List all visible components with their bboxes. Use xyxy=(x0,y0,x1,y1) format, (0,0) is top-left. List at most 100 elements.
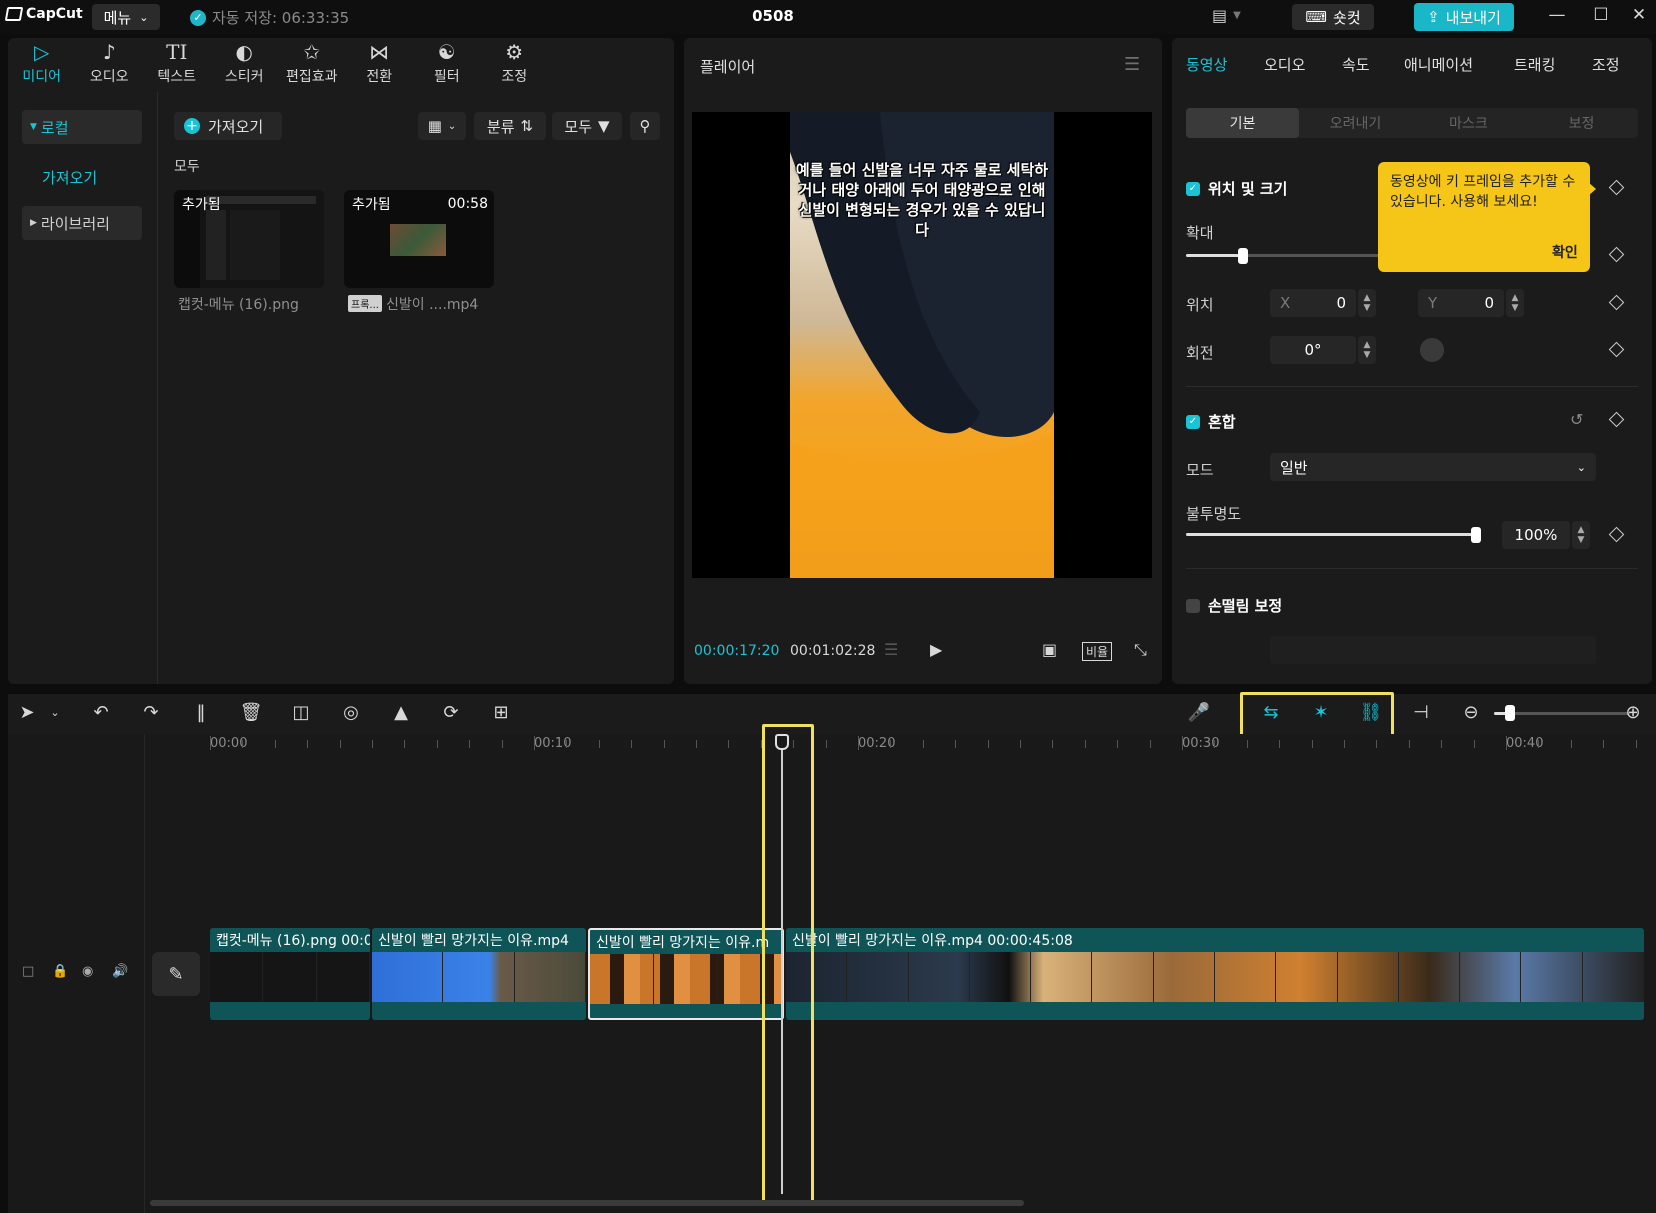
timeline-clip[interactable]: 신발이 빨리 망가지는 이유.mp4 xyxy=(372,928,586,1020)
redo-icon[interactable]: ↷ xyxy=(138,702,164,723)
edit-cover-button[interactable]: ✎ xyxy=(152,952,200,996)
checkbox-checked-icon[interactable]: ✓ xyxy=(1186,181,1200,196)
reverse-icon[interactable]: ◎ xyxy=(338,702,364,723)
timeline-clip[interactable]: 캡컷-메뉴 (16).png 00:0 xyxy=(210,928,370,1020)
tab-speed[interactable]: 속도 xyxy=(1342,54,1370,75)
tab-label: 전환 xyxy=(366,69,393,85)
tab-effects[interactable]: ✩ 편집효과 xyxy=(278,38,346,90)
tab-audio[interactable]: ♪ 오디오 xyxy=(76,38,144,90)
tab-transition[interactable]: ⋈ 전환 xyxy=(346,38,414,90)
play-icon[interactable]: ▶ xyxy=(930,640,942,659)
opacity-slider-knob[interactable] xyxy=(1471,527,1481,543)
delete-icon[interactable]: 🗑 xyxy=(238,702,264,723)
tooltip-confirm-button[interactable]: 확인 xyxy=(1552,242,1578,262)
import-button[interactable]: + 가져오기 xyxy=(174,112,282,140)
rotation-stepper[interactable]: ▲ ▼ xyxy=(1358,336,1376,364)
position-y-field[interactable]: Y 0 xyxy=(1418,289,1504,317)
checkbox-unchecked-icon[interactable] xyxy=(1186,598,1200,613)
microphone-icon[interactable]: 🎤 xyxy=(1186,702,1212,723)
volume-icon[interactable]: 🔊 xyxy=(112,964,128,979)
media-item[interactable]: 추가됨 xyxy=(174,190,324,288)
tab-adjust[interactable]: 조정 xyxy=(1592,54,1620,75)
chevron-down-icon[interactable]: ⌄ xyxy=(42,706,68,719)
sidebar-item-import[interactable]: 가져오기 xyxy=(22,160,142,194)
select-cursor-icon[interactable]: ➤ xyxy=(14,702,40,723)
crop-icon[interactable]: ⊞ xyxy=(488,702,514,723)
media-item[interactable]: 추가됨 00:58 xyxy=(344,190,494,288)
tab-media[interactable]: ▷ 미디어 xyxy=(8,38,76,90)
minimize-icon[interactable]: — xyxy=(1542,5,1572,25)
cover-icon[interactable]: □ xyxy=(22,964,34,979)
track-header-divider xyxy=(144,734,145,1213)
lock-icon[interactable]: 🔒 xyxy=(52,964,68,979)
hamburger-icon[interactable]: ☰ xyxy=(1124,54,1140,75)
scale-slider-knob[interactable] xyxy=(1238,248,1248,264)
rotation-dial-icon[interactable] xyxy=(1420,338,1444,362)
opacity-stepper[interactable]: ▲ ▼ xyxy=(1572,521,1590,549)
maximize-icon[interactable]: ☐ xyxy=(1586,5,1616,25)
thumbnail-detail xyxy=(230,210,280,280)
reset-icon[interactable]: ↺ xyxy=(1570,410,1583,429)
tab-text[interactable]: TI 텍스트 xyxy=(143,38,211,90)
tab-video[interactable]: 동영상 xyxy=(1186,54,1227,75)
link-clips-icon[interactable]: ⛓ xyxy=(1358,702,1384,723)
sidebar-item-library[interactable]: ▶ 라이브러리 xyxy=(22,206,142,240)
undo-icon[interactable]: ↶ xyxy=(88,702,114,723)
ruler-tick xyxy=(825,740,827,748)
preview-axis-icon[interactable]: ⊣ xyxy=(1408,702,1434,723)
subtab-segment: 기본 오려내기 마스크 보정 xyxy=(1186,108,1638,138)
position-x-field[interactable]: X 0 xyxy=(1270,289,1356,317)
divider xyxy=(1186,568,1638,569)
stabilize-section[interactable]: 손떨림 보정 xyxy=(1186,595,1282,616)
filter-button[interactable]: 모두 ▼ xyxy=(552,112,622,140)
tab-animation[interactable]: 애니메이션 xyxy=(1404,54,1473,75)
clip-frames xyxy=(372,952,586,1002)
rotation-field[interactable]: 0° xyxy=(1270,336,1356,364)
timeline-clip-selected[interactable]: 신발이 빨리 망가지는 이유.m xyxy=(588,928,784,1020)
ruler-tick xyxy=(1408,740,1410,748)
zoom-in-icon[interactable]: ⊕ xyxy=(1620,702,1646,723)
main-track-magnet-icon[interactable]: ⇆ xyxy=(1258,702,1284,723)
fullscreen-icon[interactable]: ⤡ xyxy=(1134,640,1147,660)
timeline-grid-icon[interactable]: ☰ xyxy=(884,640,898,659)
subtab-correction[interactable]: 보정 xyxy=(1525,108,1638,138)
position-size-section[interactable]: ✓ 위치 및 크기 xyxy=(1186,178,1287,199)
timeline-clip[interactable]: 신발이 빨리 망가지는 이유.mp4 00:00:45:08 xyxy=(786,928,1644,1020)
tab-audio[interactable]: 오디오 xyxy=(1264,54,1305,75)
zoom-slider-knob[interactable] xyxy=(1505,705,1515,721)
zoom-out-icon[interactable]: ⊖ xyxy=(1458,702,1484,723)
view-toggle-button[interactable]: ▦ ⌄ xyxy=(418,112,466,140)
sidebar-item-local[interactable]: ▼ 로컬 xyxy=(22,110,142,144)
x-stepper[interactable]: ▲ ▼ xyxy=(1358,289,1376,317)
blend-section[interactable]: ✓ 혼합 xyxy=(1186,411,1236,432)
ruler-tick xyxy=(1473,740,1475,748)
shortcut-button[interactable]: ⌨ 숏컷 xyxy=(1292,4,1374,30)
tab-adjust[interactable]: ⚙ 조정 xyxy=(481,38,549,90)
tab-tracking[interactable]: 트래킹 xyxy=(1514,54,1555,75)
ratio-button[interactable]: 비율 xyxy=(1082,642,1113,661)
filter-funnel-icon: ▼ xyxy=(598,117,610,135)
fit-screen-icon[interactable]: ▣ xyxy=(1042,640,1057,659)
mode-select[interactable]: 일반 ⌄ xyxy=(1270,453,1596,481)
opacity-field[interactable]: 100% xyxy=(1502,521,1570,549)
checkbox-checked-icon[interactable]: ✓ xyxy=(1186,414,1200,429)
mirror-icon[interactable]: ▲ xyxy=(388,702,414,723)
search-button[interactable]: ⚲ xyxy=(630,112,660,140)
sort-button[interactable]: 분류 ⇅ xyxy=(474,112,546,140)
tab-sticker[interactable]: ◐ 스티커 xyxy=(211,38,279,90)
y-stepper[interactable]: ▲ ▼ xyxy=(1506,289,1524,317)
export-button[interactable]: ⇪ 내보내기 xyxy=(1414,3,1514,31)
layout-button[interactable]: ▤ ▼ xyxy=(1212,6,1241,25)
eye-icon[interactable]: ◉ xyxy=(82,964,93,979)
tab-label: 미디어 xyxy=(22,69,62,85)
timeline-scrollbar[interactable] xyxy=(150,1200,1024,1206)
split-icon[interactable]: ‖ xyxy=(188,702,214,723)
rotate-icon[interactable]: ⟳ xyxy=(438,702,464,723)
subtab-cutout[interactable]: 오려내기 xyxy=(1299,108,1412,138)
subtab-mask[interactable]: 마스크 xyxy=(1412,108,1525,138)
auto-snap-icon[interactable]: ✶ xyxy=(1308,702,1334,723)
close-icon[interactable]: ✕ xyxy=(1624,5,1654,25)
tab-filter[interactable]: ☯ 필터 xyxy=(413,38,481,90)
subtab-basic[interactable]: 기본 xyxy=(1186,108,1299,138)
freeze-frame-icon[interactable]: ◫ xyxy=(288,702,314,723)
